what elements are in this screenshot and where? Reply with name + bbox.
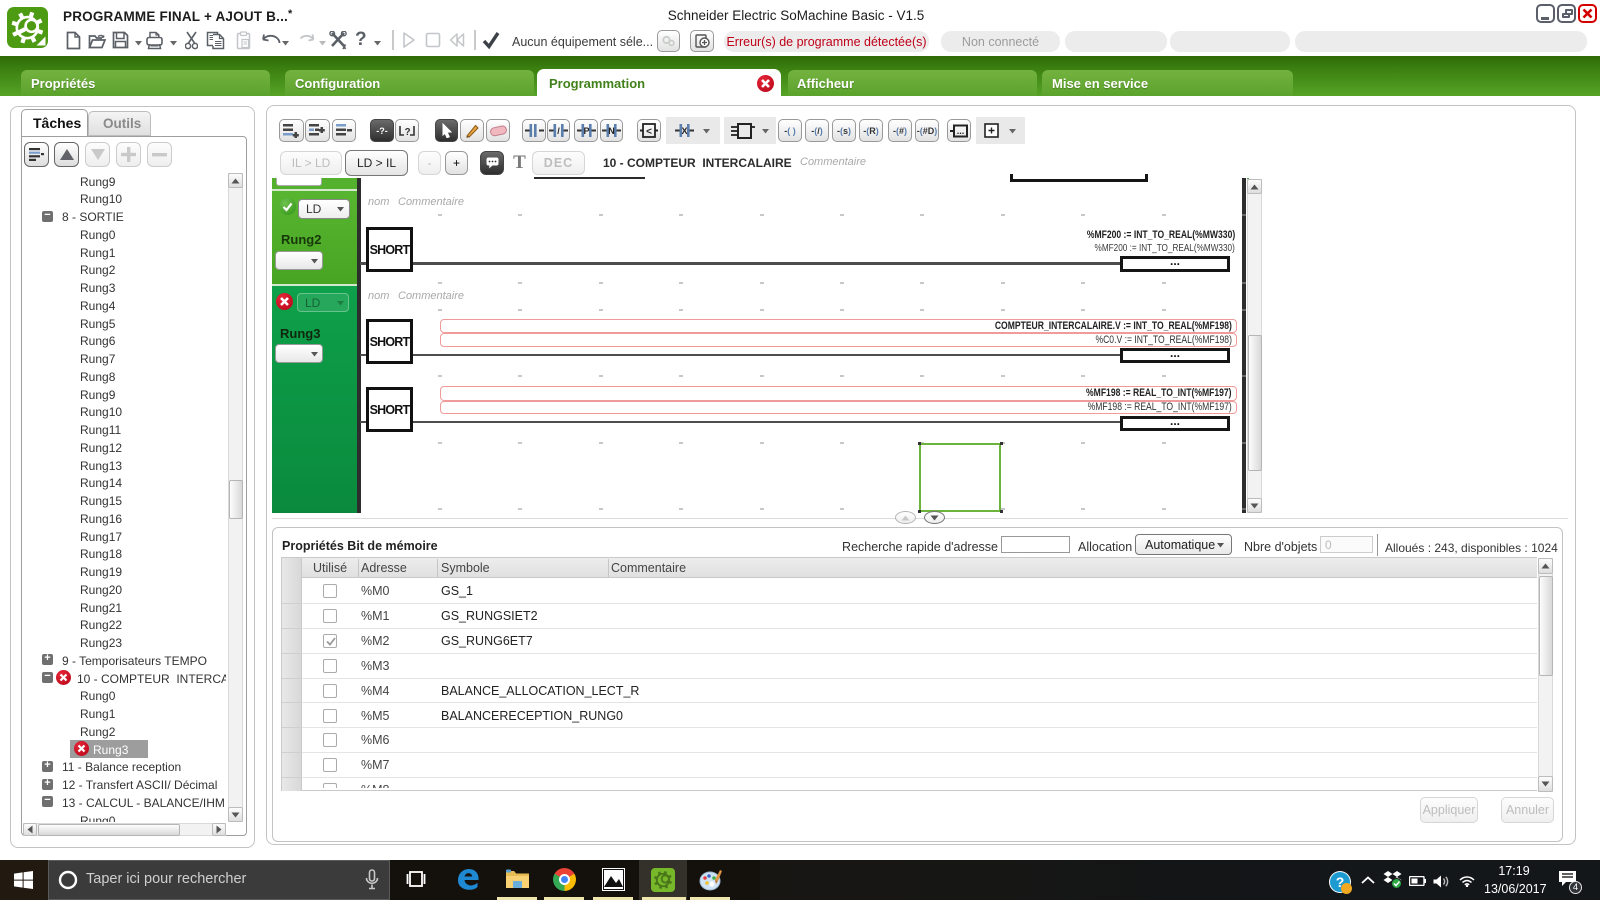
svg-text:X: X — [681, 126, 687, 136]
svg-text:P: P — [583, 126, 589, 136]
svg-text:?: ? — [405, 127, 411, 137]
svg-text:/: / — [557, 126, 560, 136]
svg-text:...: ... — [957, 126, 965, 136]
svg-text:N: N — [608, 126, 615, 136]
svg-text:<: < — [646, 127, 652, 138]
